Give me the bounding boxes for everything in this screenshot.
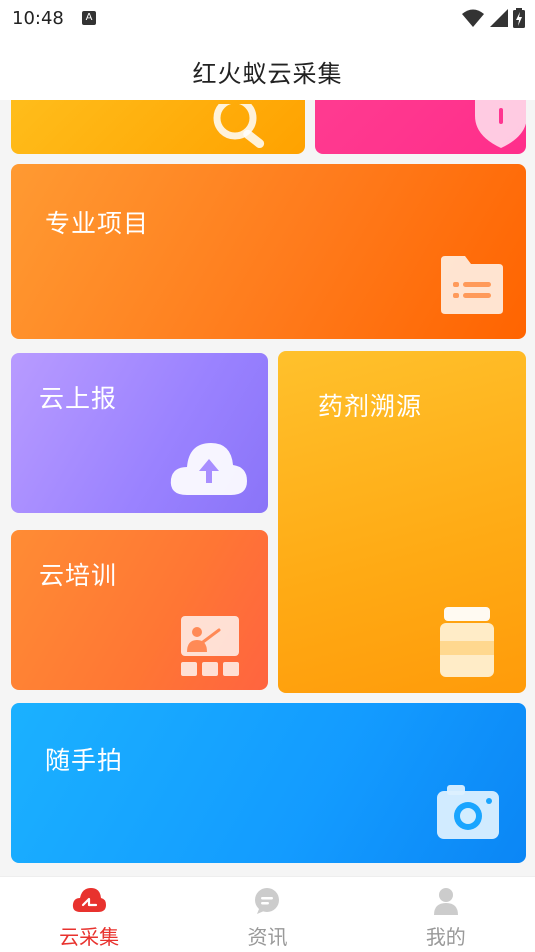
cloud-upload-icon (170, 443, 247, 495)
status-icons (461, 7, 525, 29)
card-label: 随手拍 (45, 746, 124, 775)
shield-icon (475, 100, 526, 148)
title-bar: 红火蚁云采集 (0, 36, 535, 100)
card-label: 云上报 (39, 384, 118, 413)
page-title: 红火蚁云采集 (192, 60, 343, 88)
user-icon (433, 888, 458, 915)
medicine-bottle-icon (440, 607, 494, 677)
camera-icon (437, 785, 499, 839)
card-grid: 专业项目 云上报 药剂溯源 云培训 随手拍 (0, 100, 535, 876)
tab-cloud-collect[interactable]: 云采集 (0, 877, 178, 952)
tab-label: 云采集 (59, 925, 120, 949)
card-label: 专业项目 (45, 209, 150, 238)
folder-icon (441, 256, 503, 314)
search-icon (213, 104, 265, 149)
bottom-tab-bar: 云采集 资讯 我的 (0, 876, 535, 952)
tab-label: 资讯 (247, 925, 288, 949)
card-label: 药剂溯源 (318, 392, 423, 421)
message-icon (255, 888, 280, 914)
training-board-icon (181, 616, 239, 676)
status-bar: 10:48 A (0, 0, 535, 36)
card-snapshot[interactable]: 随手拍 (11, 703, 526, 863)
card-cloud-training[interactable]: 云培训 (11, 530, 268, 690)
signal-icon (490, 9, 508, 27)
status-time: 10:48 (12, 8, 64, 29)
card-professional-project[interactable]: 专业项目 (11, 164, 526, 339)
tab-mine[interactable]: 我的 (357, 877, 535, 952)
wifi-icon (462, 9, 484, 27)
tab-label: 我的 (425, 925, 466, 949)
a-notification-icon: A (82, 11, 96, 25)
card-medicine-trace[interactable]: 药剂溯源 (278, 351, 526, 693)
cloud-collect-icon (73, 888, 107, 912)
card-top-right[interactable] (315, 100, 526, 154)
battery-charging-icon (513, 8, 525, 28)
card-top-left[interactable] (11, 100, 305, 154)
tab-news[interactable]: 资讯 (178, 877, 356, 952)
card-cloud-report[interactable]: 云上报 (11, 353, 268, 513)
card-label: 云培训 (39, 561, 118, 590)
